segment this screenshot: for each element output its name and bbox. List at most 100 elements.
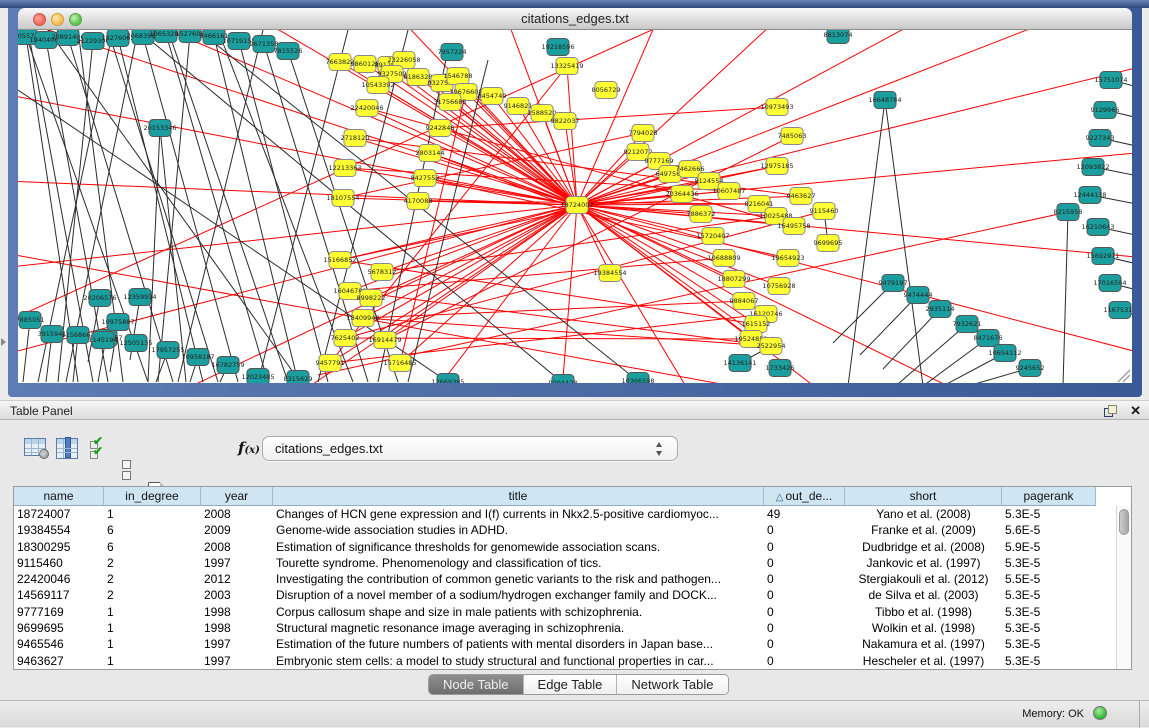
tab-edge-table[interactable]: Edge Table xyxy=(524,675,618,694)
column-header-in_degree[interactable]: in_degree xyxy=(104,487,201,506)
graph-node[interactable]: 10366598 xyxy=(621,373,654,384)
column-visibility-icon[interactable] xyxy=(56,438,78,459)
tab-node-table[interactable]: Node Table xyxy=(429,675,524,694)
graph-edge[interactable] xyxy=(214,36,298,382)
graph-edge[interactable] xyxy=(1063,212,1068,383)
network-canvas[interactable]: 1405571719404065208914062122930018276062… xyxy=(18,30,1132,383)
graph-node[interactable]: 8454749 xyxy=(478,88,507,105)
graph-node[interactable]: 12444138 xyxy=(1073,187,1106,204)
table-row[interactable]: 1456911722003Disruption of a novel membe… xyxy=(14,587,1131,603)
graph-node[interactable]: 17957255 xyxy=(151,342,184,359)
graph-node[interactable]: 10688809 xyxy=(707,250,740,267)
graph-edge[interactable] xyxy=(239,41,328,382)
graph-node[interactable]: 12975185 xyxy=(760,158,793,175)
graph-node[interactable]: 9457791 xyxy=(316,355,345,372)
graph-edge[interactable] xyxy=(577,30,948,205)
graph-node[interactable]: 19654923 xyxy=(771,250,804,267)
graph-node[interactable]: 8315629 xyxy=(284,371,313,384)
graph-node[interactable]: 9463627 xyxy=(787,188,816,205)
graph-node[interactable]: 9245652 xyxy=(1016,360,1045,377)
graph-node[interactable]: 9479197 xyxy=(879,275,908,292)
graph-node[interactable]: 16648784 xyxy=(868,92,901,109)
graph-node[interactable]: 5678312 xyxy=(368,264,397,281)
close-panel-icon[interactable]: ✕ xyxy=(1130,403,1141,419)
graph-node[interactable]: 19218596 xyxy=(541,39,574,56)
column-header-out_degree[interactable]: △out_de... xyxy=(764,487,845,506)
graph-node[interactable]: 8471676 xyxy=(974,330,1003,347)
graph-edge[interactable] xyxy=(371,205,577,298)
network-window[interactable]: citations_edges.txt 14055717194040652089… xyxy=(8,8,1142,397)
graph-node[interactable]: 12093822 xyxy=(1076,159,1109,176)
table-selector-dropdown[interactable]: citations_edges.txt xyxy=(262,436,678,461)
graph-node[interactable]: 2522954 xyxy=(757,338,786,355)
graph-edge[interactable] xyxy=(385,136,792,340)
graph-edge[interactable] xyxy=(577,30,1078,205)
function-builder-icon[interactable]: f(x) xyxy=(238,439,260,457)
graph-node[interactable]: 7886372 xyxy=(687,206,716,223)
graph-node[interactable]: 9094428 xyxy=(549,375,578,384)
table-row[interactable]: 1938455462009Genome-wide association stu… xyxy=(14,522,1131,538)
graph-node[interactable]: 16210643 xyxy=(1081,219,1114,236)
graph-node[interactable]: 9129966 xyxy=(1091,102,1120,119)
graph-node[interactable]: 11675312 xyxy=(1103,302,1132,319)
scrollbar-thumb[interactable] xyxy=(1119,509,1129,535)
graph-edge[interactable] xyxy=(577,60,1132,205)
graph-node[interactable]: 7957224 xyxy=(438,44,467,61)
graph-edge[interactable] xyxy=(18,30,718,330)
graph-node[interactable]: 17016504 xyxy=(1093,275,1126,292)
graph-node[interactable]: 8813074 xyxy=(824,30,853,44)
graph-node[interactable]: 1733426 xyxy=(766,360,795,377)
graph-edge[interactable] xyxy=(567,66,577,205)
float-panel-icon[interactable] xyxy=(1104,405,1117,418)
graph-edge[interactable] xyxy=(118,38,203,382)
memory-status-indicator-icon[interactable] xyxy=(1093,706,1107,720)
select-rows-icon[interactable]: ✔ ✔ xyxy=(90,438,107,460)
graph-node[interactable]: 7815526 xyxy=(274,43,303,60)
table-row[interactable]: 911546021997Tourette syndrome. Phenomeno… xyxy=(14,555,1131,571)
graph-edge[interactable] xyxy=(848,100,885,383)
collapsed-panel-arrow-icon[interactable] xyxy=(1,338,6,346)
graph-edge[interactable] xyxy=(577,205,1038,383)
graph-node[interactable]: 15720407 xyxy=(696,228,729,245)
table-mode-icon[interactable] xyxy=(122,460,132,482)
graph-edge[interactable] xyxy=(23,320,30,382)
graph-edge[interactable] xyxy=(340,260,756,324)
graph-node[interactable]: 9242848 xyxy=(426,120,455,137)
table-row[interactable]: 977716911998Corpus callosum shape and si… xyxy=(14,604,1131,620)
column-header-pagerank[interactable]: pagerank xyxy=(1002,487,1096,506)
graph-edge[interactable] xyxy=(883,309,940,369)
graph-node[interactable]: 10756928 xyxy=(762,278,795,295)
table-options-icon[interactable] xyxy=(24,438,46,456)
vertical-scrollbar[interactable] xyxy=(1116,506,1131,670)
graph-node[interactable]: 15751074 xyxy=(1094,72,1127,89)
graph-node[interactable]: 12023485 xyxy=(241,369,274,384)
graph-node[interactable]: 8056729 xyxy=(592,82,621,99)
graph-node[interactable]: 18107554 xyxy=(326,190,359,207)
column-header-title[interactable]: title xyxy=(273,487,764,506)
graph-node[interactable]: 8427552 xyxy=(411,170,440,187)
graph-edge[interactable] xyxy=(158,34,190,382)
graph-node[interactable]: 15692971 xyxy=(1086,248,1119,265)
graph-node[interactable]: 1145194 xyxy=(89,332,118,349)
graph-edge[interactable] xyxy=(833,283,893,343)
column-header-short[interactable]: short xyxy=(845,487,1002,506)
column-header-year[interactable]: year xyxy=(201,487,273,506)
graph-node[interactable]: 1615152 xyxy=(742,316,771,333)
graph-node[interactable]: 22420046 xyxy=(350,100,383,117)
table-row[interactable]: 1872400712008Changes of HCN gene express… xyxy=(14,506,1131,522)
graph-node[interactable]: 7625402 xyxy=(331,330,360,347)
graph-node[interactable]: 16782759 xyxy=(211,357,244,374)
graph-edge[interactable] xyxy=(898,324,967,383)
graph-node[interactable]: 9884067 xyxy=(730,293,759,310)
table-row[interactable]: 946362711997Embryonic stem cells: a mode… xyxy=(14,653,1131,669)
graph-node[interactable]: 12669385 xyxy=(431,374,464,384)
graph-node[interactable]: 7485063 xyxy=(778,128,807,145)
column-header-name[interactable]: name xyxy=(14,487,104,506)
graph-node[interactable]: 7885051 xyxy=(18,312,44,329)
graph-node[interactable]: 2718120 xyxy=(341,130,370,147)
tab-network-table[interactable]: Network Table xyxy=(617,675,727,694)
graph-edge[interactable] xyxy=(363,301,744,318)
graph-node[interactable]: 9474444 xyxy=(904,287,933,304)
graph-node[interactable]: 2935114 xyxy=(926,301,955,318)
graph-node[interactable]: 10973493 xyxy=(760,99,793,116)
